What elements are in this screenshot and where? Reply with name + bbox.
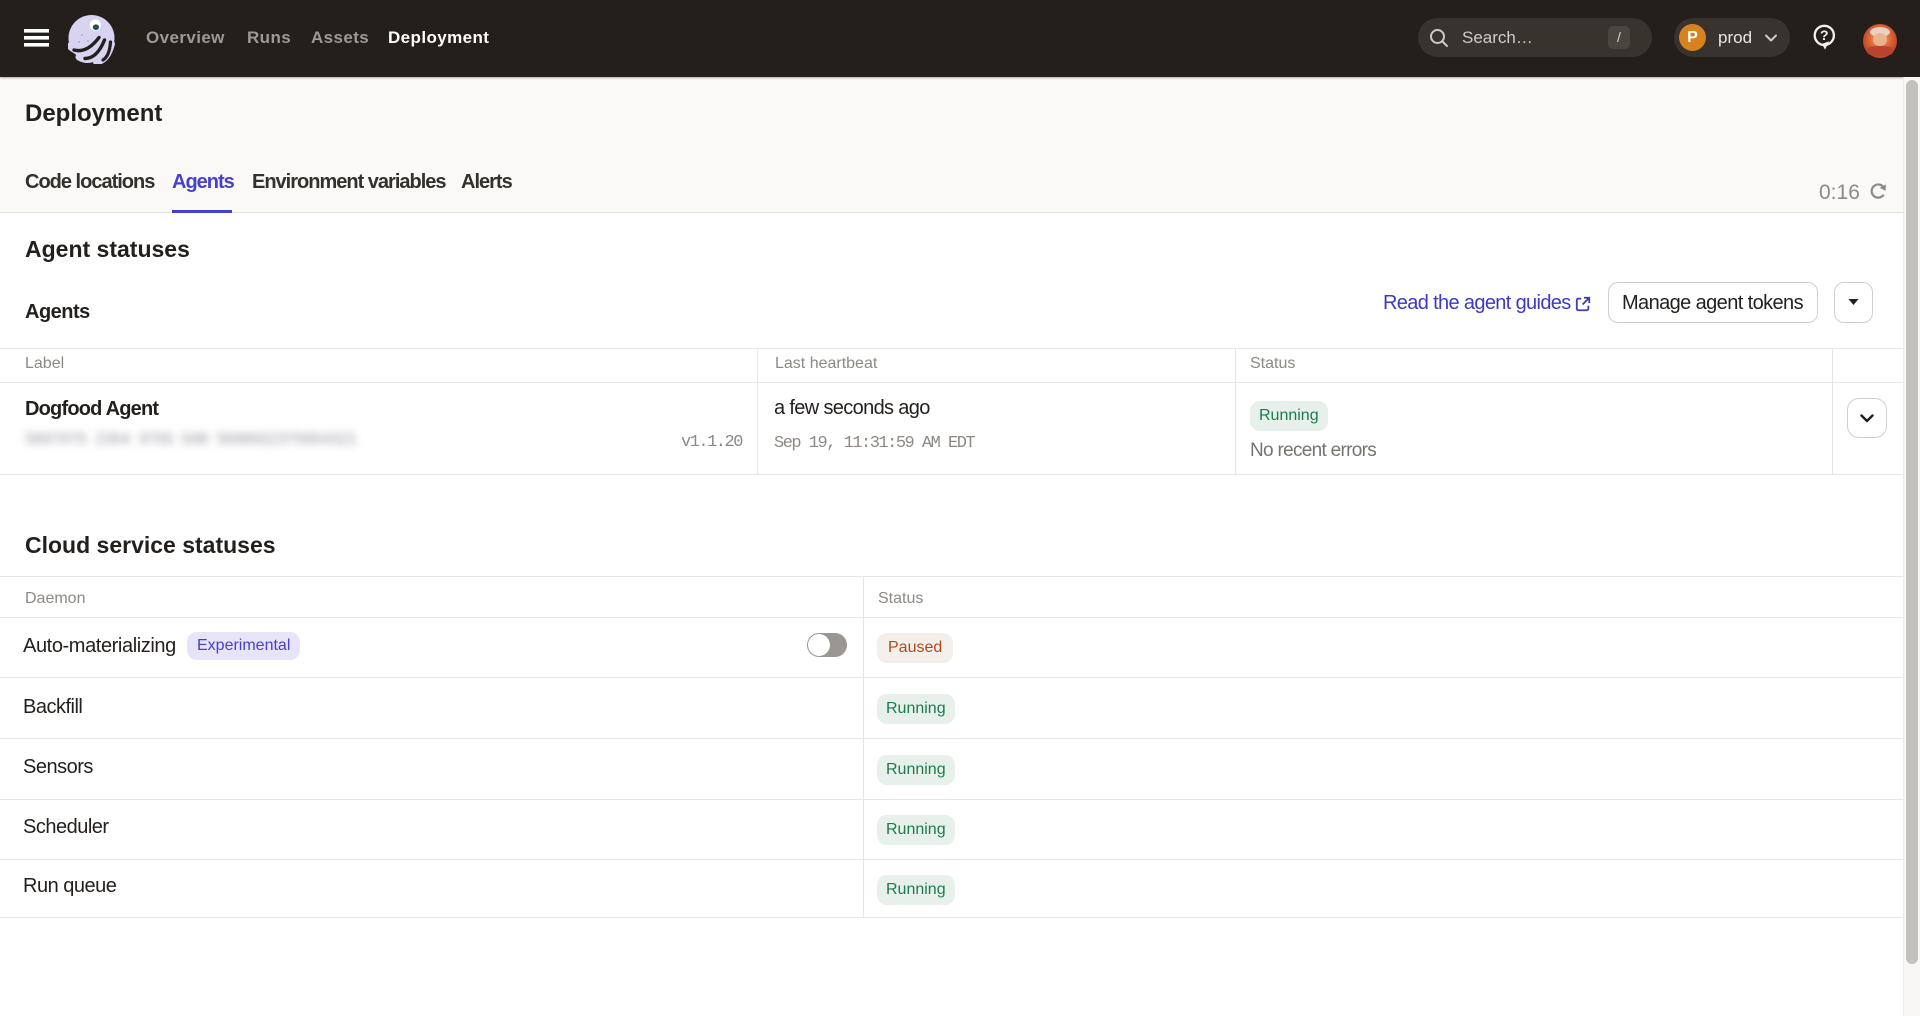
svg-text:?: ? [1820, 27, 1829, 43]
